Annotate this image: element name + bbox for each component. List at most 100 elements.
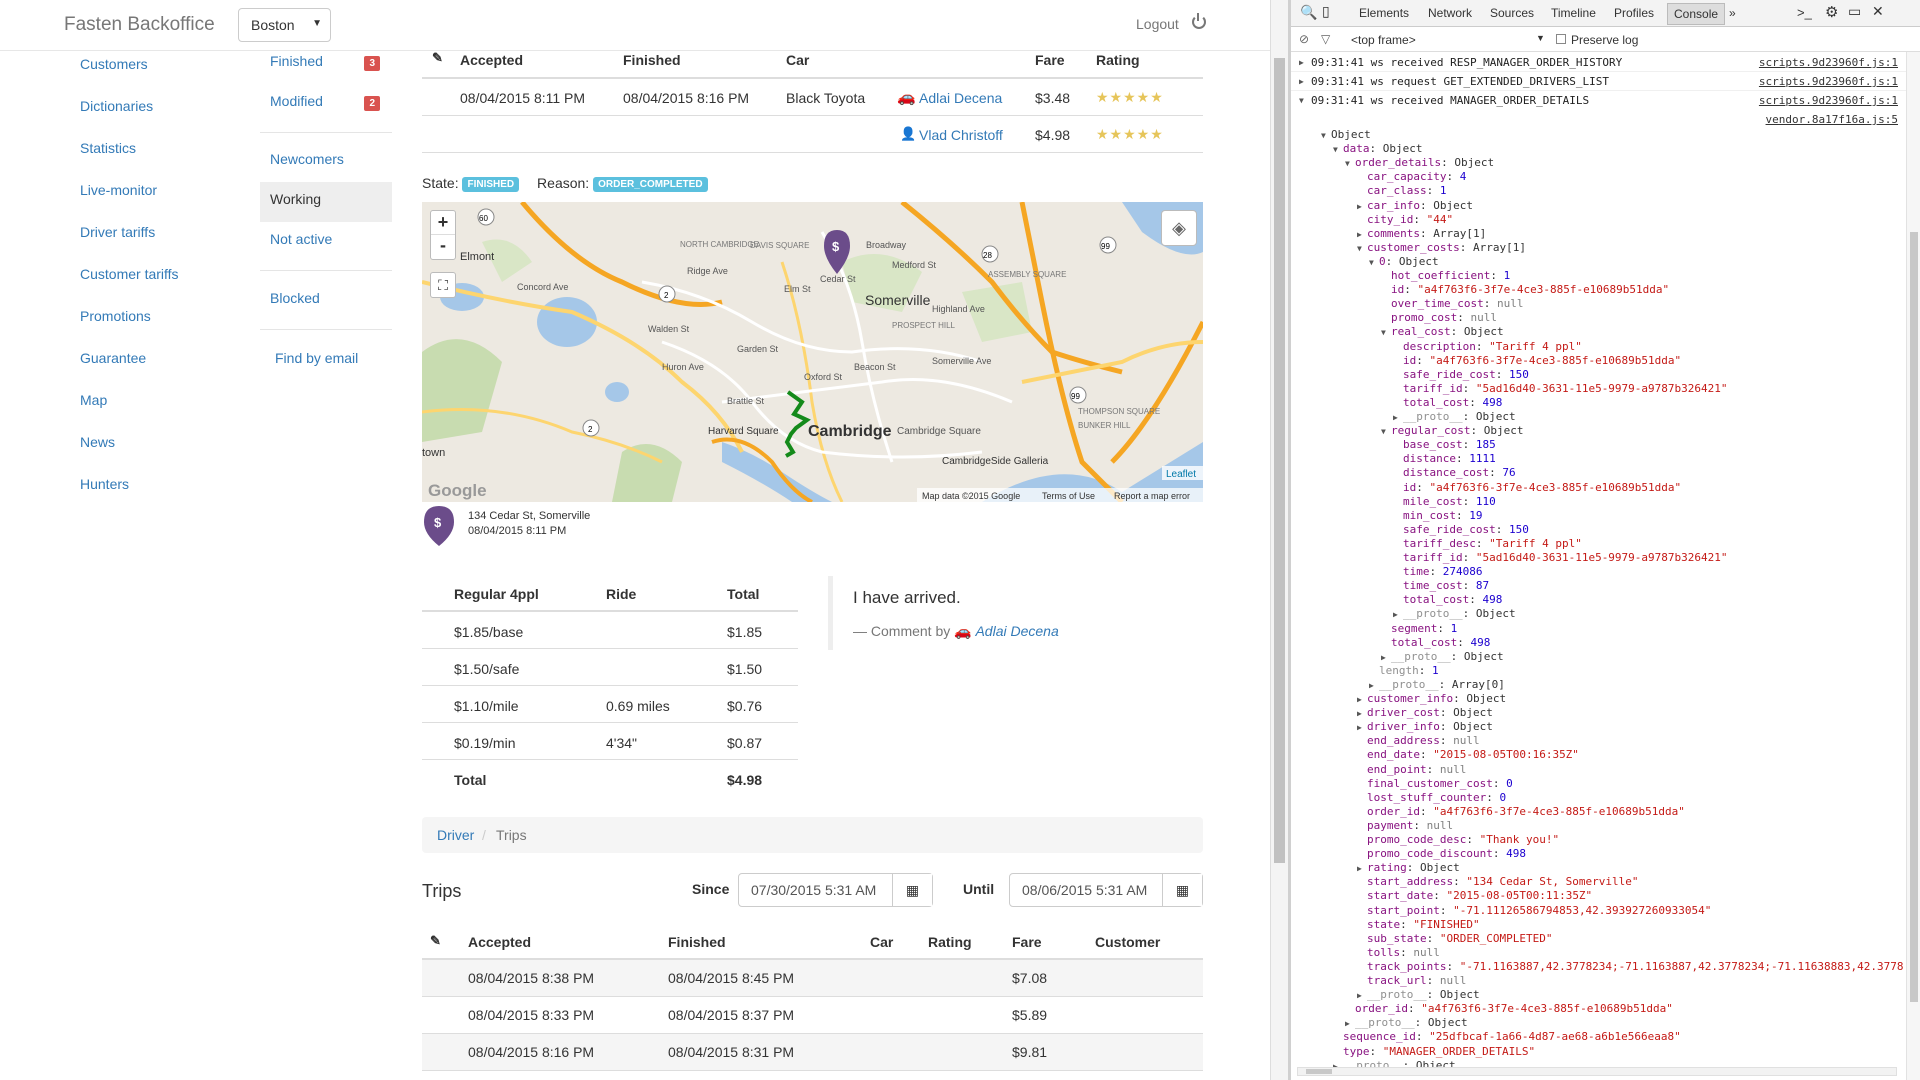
tree-row[interactable]: ▶__proto__: Object [1345,1016,1468,1031]
sidebar-item-newcomers[interactable]: Newcomers [260,142,392,182]
tree-row[interactable]: ▼ order_details: Object [1345,156,1494,171]
preserve-log-checkbox[interactable] [1556,34,1566,44]
console-scrollbar-thumb[interactable] [1910,232,1918,1002]
tree-row[interactable]: ▶ rating: Object [1357,861,1460,876]
collapse-arrow-icon[interactable]: ▼ [1321,129,1331,143]
tree-row[interactable]: ▼ data: Object [1333,142,1423,157]
tree-row[interactable]: ▶ driver_info: Object [1357,720,1493,735]
sidebar-item-promotions[interactable]: Promotions [80,308,151,324]
expand-arrow-icon[interactable]: ▶ [1393,411,1403,425]
console-message[interactable]: ▶ 09:31:41 ws request GET_EXTENDED_DRIVE… [1291,72,1920,91]
fullscreen-button[interactable]: ⛶ [430,272,456,298]
sidebar-item-dictionaries[interactable]: Dictionaries [80,98,153,114]
tree-row[interactable]: ▶__proto__: Object [1393,410,1516,425]
tree-row[interactable]: ▼ regular_cost: Object [1381,424,1523,439]
dock-icon[interactable]: ▭ [1848,3,1861,20]
console-source-link[interactable]: scripts.9d23960f.js:1 [1759,75,1898,88]
tree-row[interactable]: ▶__proto__: Object [1393,607,1516,622]
table-row[interactable]: 08/04/2015 8:16 PM 08/04/2015 8:31 PM $9… [422,1034,1203,1070]
sidebar-item-news[interactable]: News [80,434,115,450]
collapse-arrow-icon[interactable]: ▼ [1381,425,1391,439]
tree-row[interactable]: ▶ driver_cost: Object [1357,706,1493,721]
sidebar-item-finished[interactable]: Finished 3 [260,44,392,84]
inspect-icon[interactable]: 🔍 [1300,4,1317,21]
logout-button[interactable]: Logout [1136,13,1206,32]
page-scrollbar[interactable] [1270,0,1288,1080]
tab-elements[interactable]: Elements [1359,6,1409,20]
sidebar-item-customers[interactable]: Customers [80,56,148,72]
tree-row[interactable]: ▶ __proto__: Array[0] [1369,678,1505,693]
collapse-arrow-icon[interactable]: ▼ [1299,96,1304,105]
expand-arrow-icon[interactable]: ▶ [1357,228,1367,242]
expand-arrow-icon[interactable]: ▶ [1369,679,1379,693]
customer-link[interactable]: Vlad Christoff [919,127,1003,143]
tree-row[interactable]: ▼ 0: Object [1369,255,1439,270]
tab-timeline[interactable]: Timeline [1551,6,1596,20]
console-drawer-icon[interactable]: >_ [1797,5,1812,20]
sidebar-item-customer-tariffs[interactable]: Customer tariffs [80,266,179,282]
sidebar-item-working[interactable]: Working [260,182,392,222]
tab-console[interactable]: Console [1667,3,1726,25]
expand-arrow-icon[interactable]: ▶ [1381,651,1391,665]
more-tabs-button[interactable]: » [1729,6,1736,20]
console-message[interactable]: ▶ 09:31:41 ws received RESP_MANAGER_ORDE… [1291,53,1920,72]
tree-row[interactable]: ▶ car_info: Object [1357,199,1473,214]
sidebar-item-statistics[interactable]: Statistics [80,140,136,156]
gear-icon[interactable]: ⚙ [1825,3,1838,21]
city-select[interactable]: Boston ▼ [238,8,331,42]
expand-arrow-icon[interactable]: ▶ [1299,77,1304,86]
sidebar-item-blocked[interactable]: Blocked [260,281,392,321]
zoom-in-button[interactable]: + [431,211,455,235]
collapse-arrow-icon[interactable]: ▼ [1345,157,1355,171]
sidebar-item-not-active[interactable]: Not active [260,222,392,262]
layers-button[interactable]: ◈ [1161,210,1197,246]
expand-arrow-icon[interactable]: ▶ [1299,58,1304,67]
console-source-link[interactable]: scripts.9d23960f.js:1 [1759,94,1898,107]
sidebar-item-hunters[interactable]: Hunters [80,476,129,492]
console-hscrollbar-thumb[interactable] [1306,1069,1332,1074]
table-row[interactable]: 08/04/2015 8:33 PM 08/04/2015 8:37 PM $5… [422,997,1203,1033]
driver-link[interactable]: Adlai Decena [919,90,1002,106]
tree-row[interactable]: ▼ real_cost: Object [1381,325,1504,340]
device-mode-icon[interactable]: ▯ [1322,3,1330,20]
tab-network[interactable]: Network [1428,6,1472,20]
sidebar-item-modified[interactable]: Modified 2 [260,84,392,124]
console-message[interactable]: ▼ 09:31:41 ws received MANAGER_ORDER_DET… [1291,91,1920,110]
tab-profiles[interactable]: Profiles [1614,6,1654,20]
until-date-input[interactable] [1010,874,1164,906]
tree-row[interactable]: ▶__proto__: Object [1357,988,1480,1003]
since-date-input[interactable] [739,874,894,906]
tree-row[interactable]: ▶ customer_info: Object [1357,692,1506,707]
tree-row[interactable]: ▼ customer_costs: Array[1] [1357,241,1526,256]
clear-console-icon[interactable]: ⊘ [1299,32,1309,46]
table-row[interactable]: 08/04/2015 8:38 PM 08/04/2015 8:45 PM $7… [422,960,1203,996]
sidebar-item-guarantee[interactable]: Guarantee [80,350,146,366]
collapse-arrow-icon[interactable]: ▼ [1357,242,1367,256]
expand-arrow-icon[interactable]: ▶ [1357,707,1367,721]
until-calendar-button[interactable]: ▦ [1162,874,1202,906]
expand-arrow-icon[interactable]: ▶ [1357,693,1367,707]
tree-row[interactable]: ▼ Object [1321,128,1371,143]
close-icon[interactable]: ✕ [1872,3,1884,20]
tree-row[interactable]: ▶ comments: Array[1] [1357,227,1486,242]
sidebar-item-find-by-email[interactable]: Find by email [265,341,397,381]
comment-author-link[interactable]: Adlai Decena [975,623,1058,639]
filter-icon[interactable]: ▽ [1321,32,1330,46]
zoom-out-button[interactable]: - [431,235,455,259]
order-map[interactable]: Somerville Cambridge Harvard Square NORT… [422,202,1203,502]
expand-arrow-icon[interactable]: ▶ [1345,1017,1355,1031]
collapse-arrow-icon[interactable]: ▼ [1381,326,1391,340]
frame-select[interactable]: <top frame> [1351,33,1416,47]
console-scrollbar[interactable] [1906,52,1920,1080]
tree-row[interactable]: ▶__proto__: Object [1381,650,1504,665]
page-scrollbar-thumb[interactable] [1274,58,1285,863]
expand-arrow-icon[interactable]: ▶ [1393,608,1403,622]
collapse-arrow-icon[interactable]: ▼ [1333,143,1343,157]
collapse-arrow-icon[interactable]: ▼ [1369,256,1379,270]
brand-title[interactable]: Fasten Backoffice [64,14,215,36]
sidebar-item-driver-tariffs[interactable]: Driver tariffs [80,224,155,240]
vendor-source-link[interactable]: vendor.8a17f16a.js:5 [1766,113,1898,127]
expand-arrow-icon[interactable]: ▶ [1357,200,1367,214]
sidebar-item-map[interactable]: Map [80,392,107,408]
since-calendar-button[interactable]: ▦ [892,874,932,906]
